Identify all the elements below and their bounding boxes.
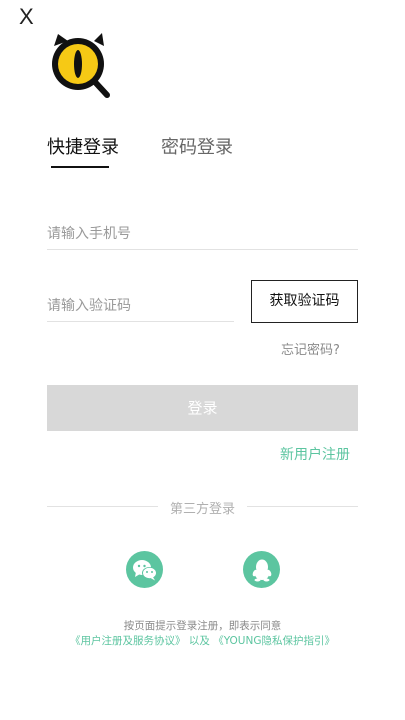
divider-left xyxy=(47,506,158,507)
wechat-icon xyxy=(132,559,157,580)
agreement-conjunction: 以及 xyxy=(188,635,210,647)
third-party-login-label: 第三方登录 xyxy=(169,502,235,517)
active-tab-indicator xyxy=(51,166,109,168)
get-code-button[interactable]: 获取验证码 xyxy=(251,280,358,323)
agreement-text: 按页面提示登录注册，即表示同意 xyxy=(123,620,282,632)
agreement-notice: 按页面提示登录注册，即表示同意 《用户注册及服务协议》 以及 《YOUNG隐私保… xyxy=(0,619,405,649)
agreement-links: 《用户注册及服务协议》 以及 《YOUNG隐私保护指引》 xyxy=(0,634,405,649)
cat-eye-logo-icon xyxy=(48,32,112,100)
qq-penguin-icon xyxy=(252,559,271,581)
verification-code-input[interactable] xyxy=(47,290,234,322)
qq-login-button[interactable] xyxy=(243,551,280,588)
phone-input[interactable] xyxy=(47,218,358,250)
tab-password-login[interactable]: 密码登录 xyxy=(161,136,233,160)
wechat-login-button[interactable] xyxy=(126,551,163,588)
register-link[interactable]: 新用户注册 xyxy=(280,444,350,464)
divider-right xyxy=(247,506,358,507)
terms-link[interactable]: 《用户注册及服务协议》 xyxy=(70,635,186,647)
login-tabs: 快捷登录 密码登录 xyxy=(47,136,367,176)
login-page: X 快捷登录 密码登录 获取验证码 忘记密码? 登录 新用户注册 第三方登录 xyxy=(0,0,405,720)
login-button[interactable]: 登录 xyxy=(47,385,358,431)
close-icon[interactable]: X xyxy=(19,4,34,30)
forgot-password-link[interactable]: 忘记密码? xyxy=(281,339,340,358)
privacy-link[interactable]: 《YOUNG隐私保护指引》 xyxy=(213,635,335,647)
tab-quick-login[interactable]: 快捷登录 xyxy=(47,136,119,160)
